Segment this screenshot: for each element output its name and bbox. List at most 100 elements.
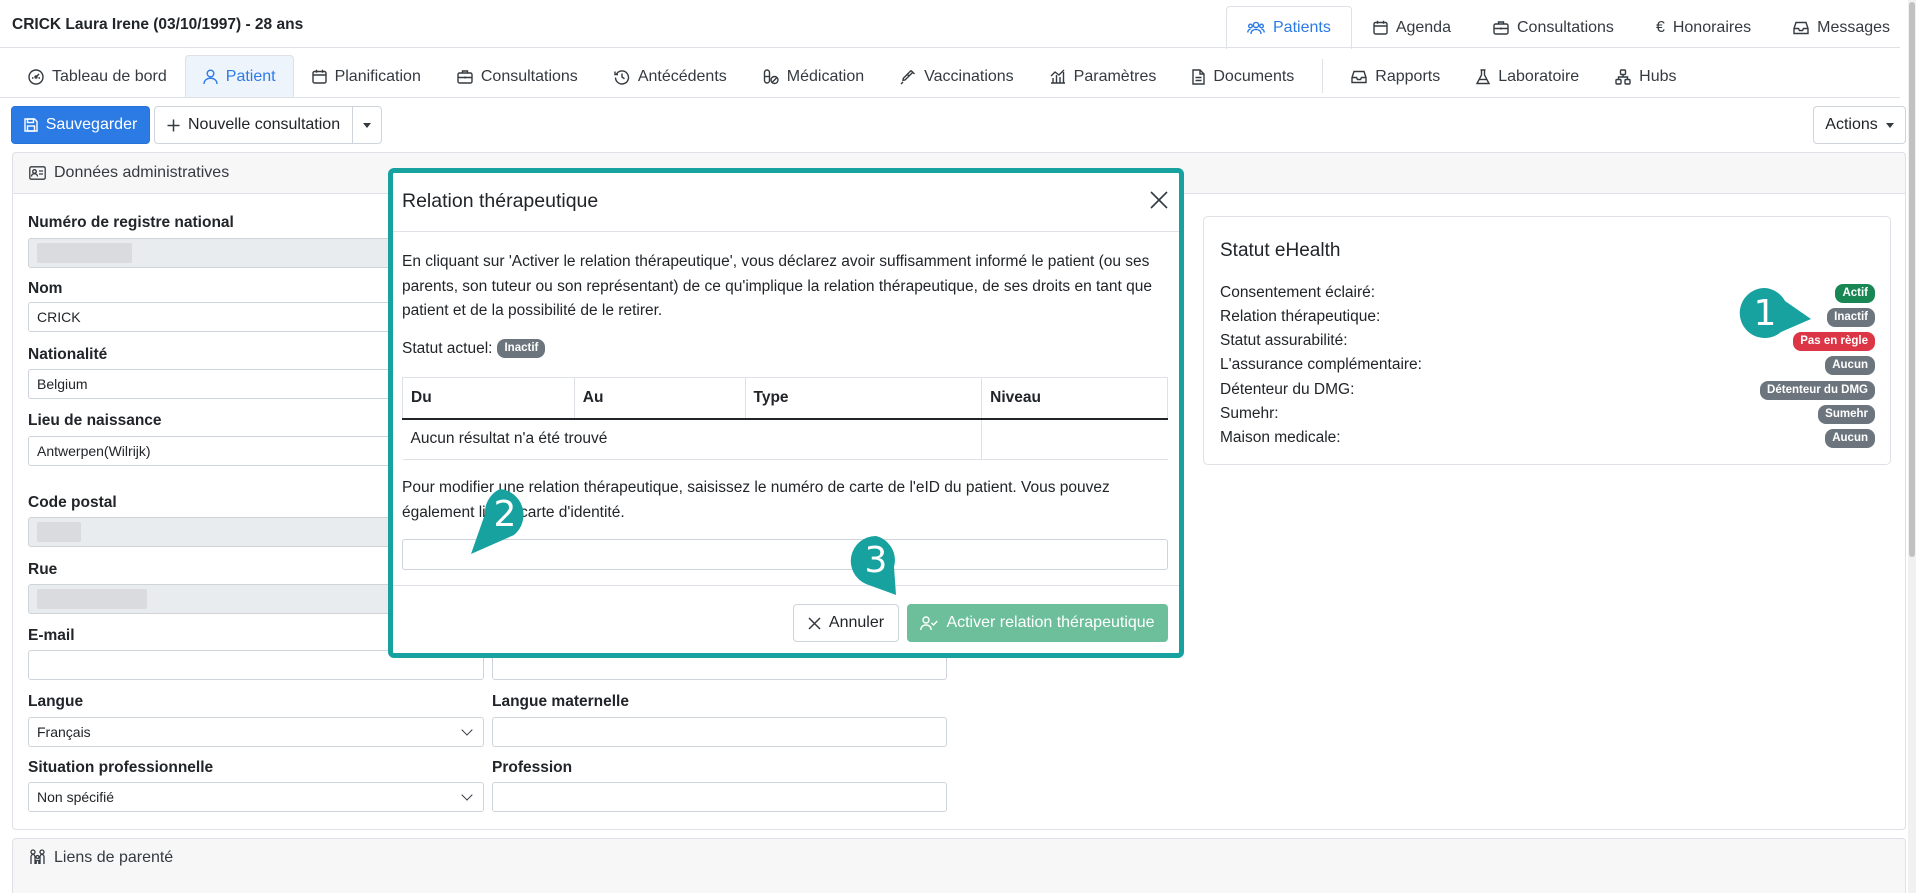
save-icon bbox=[23, 118, 38, 132]
save-button[interactable]: Sauvegarder bbox=[11, 106, 150, 144]
ehealth-label: Statut assurabilité: bbox=[1220, 332, 1348, 349]
situation-value: Non spécifié bbox=[37, 789, 115, 805]
chart-icon bbox=[1050, 69, 1066, 84]
close-icon bbox=[1148, 189, 1170, 211]
top-tab-messages[interactable]: Messages bbox=[1772, 6, 1911, 48]
modal-footer-divider bbox=[393, 585, 1179, 586]
callout-number: 1 bbox=[1753, 292, 1777, 334]
hubs-icon bbox=[1615, 68, 1631, 85]
ehealth-label: Maison medicale: bbox=[1220, 429, 1341, 446]
niss-label: Numéro de registre national bbox=[28, 214, 234, 231]
calendar-icon bbox=[311, 69, 327, 84]
status-badge: Actif bbox=[1835, 283, 1875, 303]
new-consultation-button[interactable]: Nouvelle consultation bbox=[155, 107, 354, 143]
tab-documents[interactable]: Documents bbox=[1174, 55, 1312, 97]
activate-label: Activer relation thérapeutique bbox=[946, 614, 1155, 631]
tab-label: Patient bbox=[225, 67, 276, 85]
history-icon bbox=[614, 69, 630, 85]
cancel-label: Annuler bbox=[828, 614, 885, 631]
ehealth-row-assurance: L'assurance complémentaire: Aucun bbox=[1220, 354, 1875, 376]
tab-vaccinations[interactable]: Vaccinations bbox=[882, 55, 1032, 97]
new-consultation-group: Nouvelle consultation bbox=[154, 106, 383, 144]
id-card-icon bbox=[29, 166, 46, 180]
tab-hubs[interactable]: Hubs bbox=[1597, 55, 1694, 97]
new-consultation-label: Nouvelle consultation bbox=[188, 116, 341, 133]
ehealth-label: Relation thérapeutique: bbox=[1220, 308, 1381, 325]
cancel-button[interactable]: Annuler bbox=[793, 604, 899, 642]
tab-label: Laboratoire bbox=[1498, 67, 1580, 85]
top-tab-patients[interactable]: Patients bbox=[1226, 6, 1352, 49]
tab-label: Planification bbox=[334, 67, 421, 85]
scrollbar-thumb[interactable] bbox=[1909, 2, 1915, 557]
email-label: E-mail bbox=[28, 627, 75, 644]
top-tab-consultations[interactable]: Consultations bbox=[1472, 6, 1635, 48]
tab-medication[interactable]: Médication bbox=[745, 55, 882, 97]
profession-label: Profession bbox=[492, 759, 573, 776]
lieu-naissance-label: Lieu de naissance bbox=[28, 412, 162, 429]
briefcase-icon bbox=[1493, 20, 1509, 35]
new-consultation-dropdown[interactable] bbox=[353, 107, 381, 143]
callout-number: 3 bbox=[864, 539, 888, 581]
top-nav: Patients Agenda Consultations € Honorair… bbox=[1226, 6, 1911, 49]
close-icon bbox=[808, 616, 821, 630]
relation-table: Du Au Type Niveau Aucun résultat n'a été… bbox=[402, 377, 1168, 460]
profession-field[interactable] bbox=[492, 782, 947, 812]
column-header: Au bbox=[573, 377, 746, 420]
chevron-down-icon bbox=[461, 789, 473, 801]
status-badge: Inactif bbox=[1827, 307, 1875, 327]
pills-icon bbox=[763, 68, 779, 85]
flask-icon bbox=[1476, 68, 1491, 85]
tab-label: Tableau de bord bbox=[52, 67, 167, 85]
nom-label: Nom bbox=[28, 280, 63, 297]
top-tab-agenda[interactable]: Agenda bbox=[1352, 6, 1472, 48]
rue-label: Rue bbox=[28, 561, 58, 578]
tab-laboratoire[interactable]: Laboratoire bbox=[1458, 55, 1597, 97]
tab-patient[interactable]: Patient bbox=[184, 55, 294, 97]
inbox-icon bbox=[1351, 70, 1367, 84]
tab-planification[interactable]: Planification bbox=[294, 55, 439, 97]
family-icon bbox=[29, 849, 46, 865]
tab-tableau-de-bord[interactable]: Tableau de bord bbox=[10, 55, 185, 97]
close-button[interactable] bbox=[1148, 189, 1170, 211]
patient-nav: Tableau de bord Patient Planification Co… bbox=[10, 55, 1695, 97]
status-badge: Inactif bbox=[497, 339, 546, 358]
euro-icon: € bbox=[1655, 18, 1665, 36]
dashboard-icon bbox=[28, 68, 44, 85]
tab-label: Rapports bbox=[1375, 67, 1441, 85]
chevron-down-icon bbox=[461, 724, 473, 736]
top-divider bbox=[0, 47, 1900, 48]
ehealth-row-maison-medicale: Maison medicale: Aucun bbox=[1220, 427, 1875, 449]
redacted-value bbox=[37, 243, 132, 263]
admin-card-title: Données administratives bbox=[54, 164, 230, 181]
nav-separator bbox=[1322, 59, 1324, 93]
activate-relation-button[interactable]: Activer relation thérapeutique bbox=[907, 604, 1168, 642]
status-badge: Aucun bbox=[1825, 355, 1875, 375]
column-header: Du bbox=[402, 377, 575, 420]
langue-value: Français bbox=[37, 724, 91, 740]
caret-down-icon bbox=[363, 122, 372, 128]
langue-maternelle-field[interactable] bbox=[492, 717, 947, 747]
save-label: Sauvegarder bbox=[45, 116, 138, 133]
inbox-icon bbox=[1793, 21, 1809, 35]
actions-label: Actions bbox=[1825, 116, 1878, 133]
redacted-value bbox=[37, 522, 81, 542]
tab-rapports[interactable]: Rapports bbox=[1333, 55, 1458, 97]
tab-parametres[interactable]: Paramètres bbox=[1032, 55, 1175, 97]
callout-number: 2 bbox=[493, 493, 517, 535]
tab-antecedents[interactable]: Antécédents bbox=[596, 55, 745, 97]
tab-label: Documents bbox=[1213, 67, 1295, 85]
nav-divider bbox=[0, 97, 1900, 98]
top-tab-label: Consultations bbox=[1516, 18, 1614, 36]
ehealth-row-dmg: Détenteur du DMG: Détenteur du DMG bbox=[1220, 379, 1875, 401]
situation-select[interactable]: Non spécifié bbox=[28, 782, 484, 812]
calendar-icon bbox=[1373, 20, 1388, 35]
family-title: Liens de parenté bbox=[54, 849, 174, 866]
actions-dropdown[interactable]: Actions bbox=[1813, 106, 1906, 144]
top-tab-honoraires[interactable]: € Honoraires bbox=[1635, 6, 1772, 48]
tab-label: Paramètres bbox=[1073, 67, 1157, 85]
callout-3: 3 bbox=[850, 535, 912, 597]
langue-select[interactable]: Français bbox=[28, 717, 484, 747]
status-badge: Détenteur du DMG bbox=[1760, 380, 1875, 400]
tab-consultations[interactable]: Consultations bbox=[439, 55, 596, 97]
table-header-row: Du Au Type Niveau bbox=[402, 377, 1168, 420]
